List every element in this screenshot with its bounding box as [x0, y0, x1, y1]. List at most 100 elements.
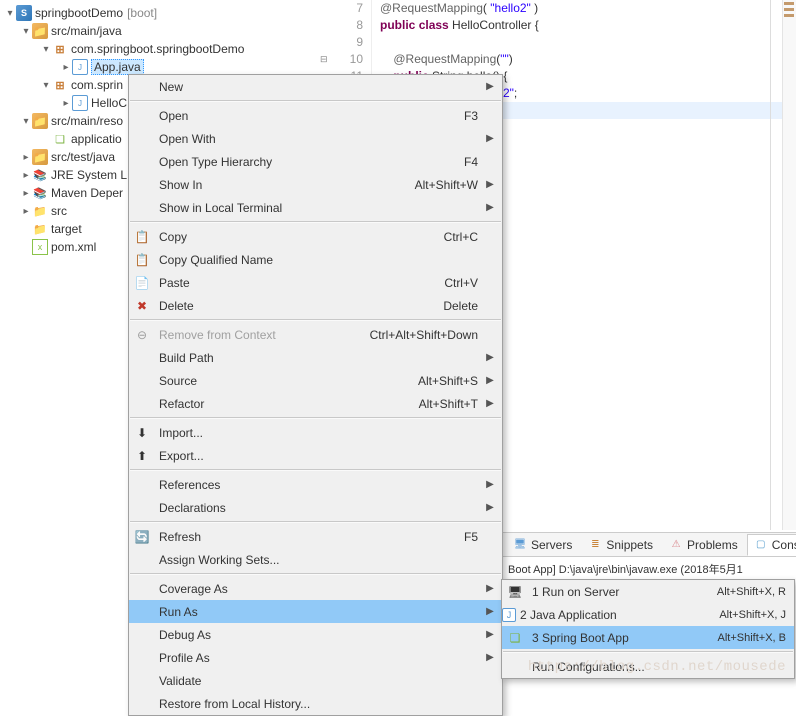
gutter-fold-line[interactable]: 10⊟ [330, 51, 363, 68]
servers-icon: 🖥 [513, 538, 527, 552]
menu-label: Show in Local Terminal [155, 201, 484, 215]
tab-snippets[interactable]: ≣Snippets [581, 534, 660, 556]
menu-item-export[interactable]: ⬆Export... [129, 444, 502, 467]
java-icon: J [502, 608, 516, 622]
menu-item-refresh[interactable]: 🔄RefreshF5 [129, 525, 502, 548]
menu-label: New [155, 80, 484, 94]
menu-item-paste[interactable]: 📄PasteCtrl+V [129, 271, 502, 294]
menu-shortcut: Ctrl+C [444, 230, 484, 244]
blank-icon [129, 496, 155, 519]
context-menu: New▶OpenF3Open With▶Open Type HierarchyF… [128, 74, 503, 716]
xml-file-icon: x [32, 239, 48, 255]
menu-item-references[interactable]: References▶ [129, 473, 502, 496]
menu-item-debug-as[interactable]: Debug As▶ [129, 623, 502, 646]
menu-label: Remove from Context [155, 328, 370, 342]
blank-icon [129, 473, 155, 496]
menu-item-source[interactable]: SourceAlt+Shift+S▶ [129, 369, 502, 392]
tab-console[interactable]: ▢Console [747, 534, 796, 556]
chevron-down-icon[interactable]: ▾ [40, 80, 52, 91]
chevron-right-icon[interactable]: ▸ [20, 206, 32, 217]
menu-item-delete[interactable]: ✖DeleteDelete [129, 294, 502, 317]
chevron-right-icon[interactable]: ▸ [20, 170, 32, 181]
submenu-arrow-icon: ▶ [484, 479, 496, 490]
submenu-arrow-icon: ▶ [484, 81, 496, 92]
folder-icon: 📁 [32, 203, 48, 219]
menu-item-run-as[interactable]: Run As▶ [129, 600, 502, 623]
menu-item-validate[interactable]: Validate [129, 669, 502, 692]
menu-shortcut: Alt+Shift+S [418, 374, 484, 388]
menu-item-assign-working-sets[interactable]: Assign Working Sets... [129, 548, 502, 571]
menu-item-open-type-hierarchy[interactable]: Open Type HierarchyF4 [129, 150, 502, 173]
menu-separator [503, 651, 793, 653]
menu-item-coverage-as[interactable]: Coverage As▶ [129, 577, 502, 600]
submenu-item-3-spring-boot-app[interactable]: ❏3 Spring Boot AppAlt+Shift+X, B [502, 626, 794, 649]
blank-icon [129, 692, 155, 715]
submenu-arrow-icon: ▶ [484, 133, 496, 144]
menu-item-new[interactable]: New▶ [129, 75, 502, 98]
server-icon: 🖥 [502, 580, 528, 603]
blank-icon [129, 173, 155, 196]
submenu-arrow-icon: ▶ [484, 179, 496, 190]
menu-label: Open [155, 109, 464, 123]
submenu-label: 2 Java Application [516, 608, 719, 622]
menu-item-open-with[interactable]: Open With▶ [129, 127, 502, 150]
menu-item-show-in-local-terminal[interactable]: Show in Local Terminal▶ [129, 196, 502, 219]
source-folder-icon: 📁 [32, 113, 48, 129]
menu-label: Run As [155, 605, 484, 619]
paste-icon: 📄 [129, 271, 155, 294]
submenu-item-run-configurations[interactable]: Run Configurations... [502, 655, 794, 678]
chevron-right-icon[interactable]: ▸ [20, 152, 32, 163]
library-icon: 📚 [32, 185, 48, 201]
chevron-right-icon[interactable]: ▸ [60, 62, 72, 73]
submenu-arrow-icon: ▶ [484, 202, 496, 213]
submenu-item-2-java-application[interactable]: J2 Java ApplicationAlt+Shift+X, J [502, 603, 794, 626]
menu-item-remove-from-context[interactable]: ⊖Remove from ContextCtrl+Alt+Shift+Down [129, 323, 502, 346]
tree-label: springbootDemo [35, 6, 123, 20]
menu-label: Build Path [155, 351, 484, 365]
submenu-item-1-run-on-server[interactable]: 🖥1 Run on ServerAlt+Shift+X, R [502, 580, 794, 603]
menu-item-show-in[interactable]: Show InAlt+Shift+W▶ [129, 173, 502, 196]
submenu-arrow-icon: ▶ [484, 652, 496, 663]
menu-item-import[interactable]: ⬇Import... [129, 421, 502, 444]
menu-separator [130, 573, 501, 575]
menu-item-profile-as[interactable]: Profile As▶ [129, 646, 502, 669]
menu-label: Show In [155, 178, 415, 192]
chevron-right-icon[interactable]: ▸ [60, 98, 72, 109]
menu-shortcut: Delete [443, 299, 484, 313]
problems-icon: ⚠ [669, 538, 683, 552]
submenu-shortcut: Alt+Shift+X, R [717, 586, 786, 598]
menu-separator [130, 521, 501, 523]
submenu-shortcut: Alt+Shift+X, B [718, 632, 786, 644]
chevron-right-icon[interactable]: ▸ [20, 188, 32, 199]
export-icon: ⬆ [129, 444, 155, 467]
java-file-icon: J [72, 59, 88, 75]
menu-item-build-path[interactable]: Build Path▶ [129, 346, 502, 369]
tab-servers[interactable]: 🖥Servers [506, 534, 579, 556]
tree-project-root[interactable]: ▾ S springbootDemo [boot] [0, 4, 330, 22]
menu-label: Open Type Hierarchy [155, 155, 464, 169]
menu-label: Validate [155, 674, 484, 688]
menu-item-declarations[interactable]: Declarations▶ [129, 496, 502, 519]
tab-problems[interactable]: ⚠Problems [662, 534, 745, 556]
blank-icon [129, 104, 155, 127]
menu-item-open[interactable]: OpenF3 [129, 104, 502, 127]
menu-item-restore-from-local-history[interactable]: Restore from Local History... [129, 692, 502, 715]
blank-icon [129, 548, 155, 571]
menu-separator [130, 221, 501, 223]
bottom-panel: 🖥Servers ≣Snippets ⚠Problems ▢Console Bo… [502, 532, 796, 581]
copy-q-icon: 📋 [129, 248, 155, 271]
tree-item[interactable]: ▾ 📁 src/main/java [0, 22, 330, 40]
project-icon: S [16, 5, 32, 21]
menu-shortcut: Ctrl+V [444, 276, 484, 290]
chevron-down-icon[interactable]: ▾ [4, 8, 16, 19]
menu-shortcut: F3 [464, 109, 484, 123]
menu-item-copy[interactable]: 📋CopyCtrl+C [129, 225, 502, 248]
tree-item[interactable]: ▾ ⊞ com.springboot.springbootDemo [0, 40, 330, 58]
menu-item-refactor[interactable]: RefactorAlt+Shift+T▶ [129, 392, 502, 415]
chevron-down-icon[interactable]: ▾ [20, 26, 32, 37]
blank-icon [129, 346, 155, 369]
chevron-down-icon[interactable]: ▾ [40, 44, 52, 55]
menu-item-copy-qualified-name[interactable]: 📋Copy Qualified Name [129, 248, 502, 271]
submenu-arrow-icon: ▶ [484, 352, 496, 363]
chevron-down-icon[interactable]: ▾ [20, 116, 32, 127]
